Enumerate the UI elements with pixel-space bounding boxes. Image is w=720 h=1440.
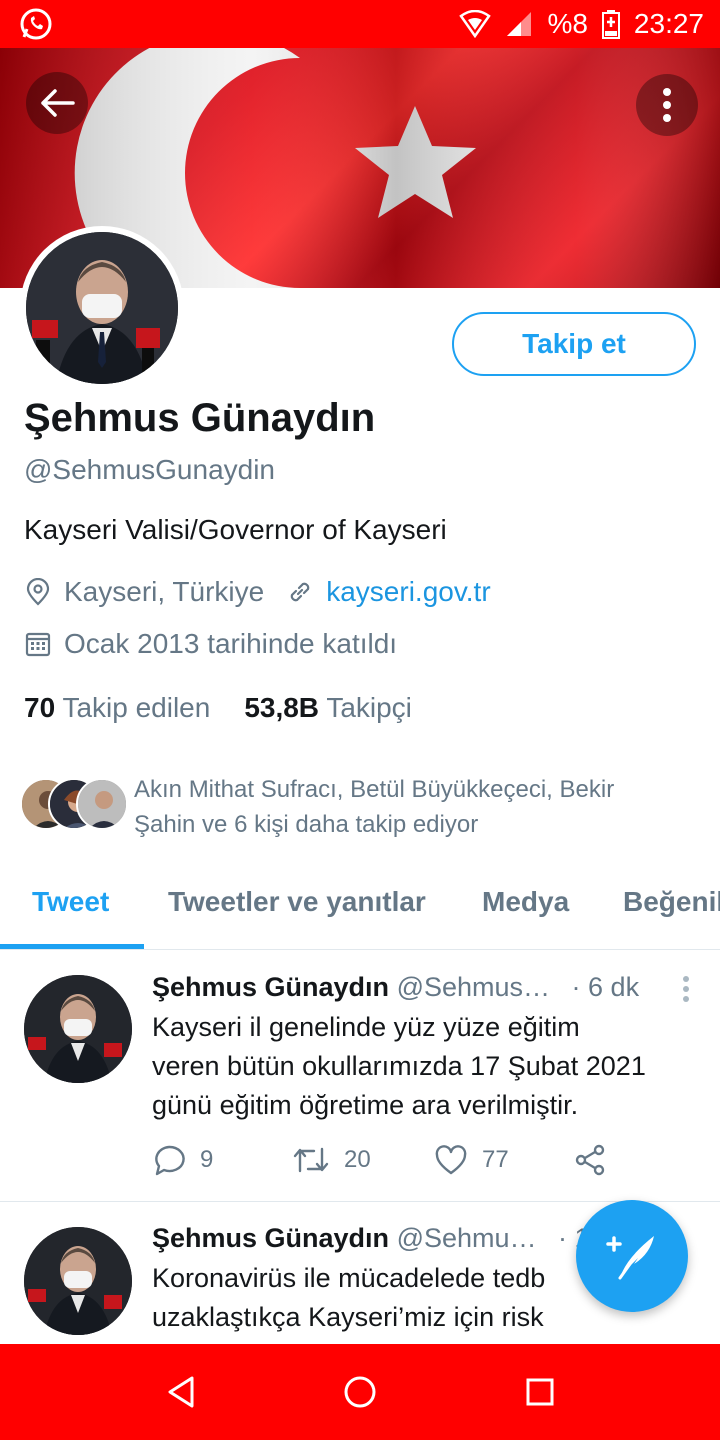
profile-joined-date: Ocak 2013 tarihinde katıldı [64, 628, 398, 659]
tab-tweets-and-replies[interactable]: Tweetler ve yanıtlar [168, 886, 426, 918]
cellular-signal-icon [507, 12, 532, 36]
retweet-button[interactable]: 20 [292, 1145, 434, 1175]
follow-button[interactable]: Takip et [452, 312, 696, 376]
profile-photo [26, 232, 178, 384]
status-bar: %8 23:27 [0, 0, 720, 48]
tweet-header: Şehmus Günaydın @Sehmu… · 1 [152, 1223, 590, 1254]
mutual-followers-avatars[interactable] [20, 778, 130, 832]
like-button[interactable]: 77 [434, 1145, 574, 1175]
location-pin-icon [26, 578, 50, 606]
whatsapp-icon [20, 8, 52, 40]
following-label: Takip edilen [62, 692, 211, 723]
back-button[interactable] [26, 72, 88, 134]
compose-feather-icon [606, 1236, 654, 1280]
profile-location-row: Kayseri, Türkiye kayseri.gov.tr [24, 576, 491, 608]
mutual-followers-text[interactable]: Akın Mithat Sufracı, Betül Büyükkeçeci, … [134, 772, 674, 842]
followers-count: 53,8B [244, 692, 320, 723]
following-count-link[interactable]: 70 Takip edilen [24, 692, 210, 724]
more-options-button[interactable] [636, 74, 698, 136]
tab-likes[interactable]: Beğenil [623, 886, 720, 918]
avatar[interactable] [24, 1227, 132, 1335]
system-navigation-bar [0, 1344, 720, 1440]
tweet-author-handle: @Sehmu… [396, 1223, 537, 1253]
share-button[interactable] [574, 1144, 606, 1176]
nav-home-icon[interactable] [340, 1372, 380, 1412]
more-vertical-icon[interactable] [682, 976, 690, 1002]
profile-location: Kayseri, Türkiye [64, 576, 265, 607]
avatar [76, 778, 128, 830]
tweet-author-name[interactable]: Şehmus Günaydın [152, 1223, 389, 1253]
profile-website-link[interactable]: kayseri.gov.tr [326, 576, 490, 608]
tweet-time: · 6 dk [571, 972, 640, 1002]
profile-tabs: Tweet Tweetler ve yanıtlar Medya Beğenil [0, 864, 720, 950]
profile-handle: @SehmusGunaydin [24, 454, 276, 485]
active-tab-indicator [0, 944, 144, 949]
tweet-text-line: günü eğitim öğretime ara verilmiştir. [152, 1090, 579, 1120]
tweet-text-line: Kayseri il genelinde yüz yüze eğitim [152, 1012, 580, 1042]
profile-bio: Kayseri Valisi/Governor of Kayseri [24, 514, 447, 545]
clock: 23:27 [633, 8, 704, 39]
tab-media[interactable]: Medya [482, 886, 569, 918]
tweet-author-name[interactable]: Şehmus Günaydın [152, 972, 389, 1002]
compose-tweet-button[interactable] [576, 1200, 688, 1312]
tweet-actions: 9 20 77 [152, 1144, 606, 1176]
profile-joined-row: Ocak 2013 tarihinde katıldı [24, 628, 397, 660]
heart-icon [435, 1145, 467, 1175]
battery-percent: %8 [547, 8, 588, 39]
more-vertical-icon [663, 88, 671, 122]
tweet-text-line: veren bütün okullarımızda 17 Şubat 2021 [152, 1051, 646, 1081]
share-icon [575, 1144, 605, 1176]
tweet-item[interactable]: Şehmus Günaydın @Sehmus… · 6 dk Kayseri … [0, 952, 720, 1202]
tweet-text: Kayseri il genelinde yüz yüze eğitim ver… [152, 1008, 708, 1125]
arrow-left-icon [41, 89, 75, 117]
retweet-count: 20 [344, 1146, 371, 1173]
calendar-icon [25, 632, 51, 657]
mutual-followers-line: Şahin ve 6 kişi daha takip ediyor [134, 811, 479, 838]
profile-avatar[interactable] [20, 226, 184, 390]
followers-label: Takipçi [326, 692, 412, 723]
following-count: 70 [24, 692, 56, 723]
tweet-header: Şehmus Günaydın @Sehmus… · 6 dk [152, 972, 639, 1003]
follow-counts: 70 Takip edilen 53,8B Takipçi [24, 692, 412, 724]
nav-recents-icon[interactable] [520, 1372, 560, 1412]
profile-name: Şehmus Günaydın [24, 396, 376, 440]
mutual-followers-line: Akın Mithat Sufracı, Betül Büyükkeçeci, … [134, 776, 615, 803]
retweet-icon [293, 1147, 329, 1173]
tab-tweets[interactable]: Tweet [32, 886, 109, 918]
wifi-icon [459, 10, 492, 38]
reply-count: 9 [200, 1146, 214, 1173]
reply-button[interactable]: 9 [152, 1144, 292, 1176]
followers-count-link[interactable]: 53,8B Takipçi [244, 692, 412, 724]
battery-charging-icon [601, 10, 620, 39]
nav-back-icon[interactable] [162, 1372, 202, 1412]
avatar[interactable] [24, 975, 132, 1083]
reply-icon [155, 1145, 185, 1176]
link-icon [290, 582, 310, 602]
like-count: 77 [482, 1146, 509, 1173]
tweet-author-handle: @Sehmus… [396, 972, 551, 1002]
